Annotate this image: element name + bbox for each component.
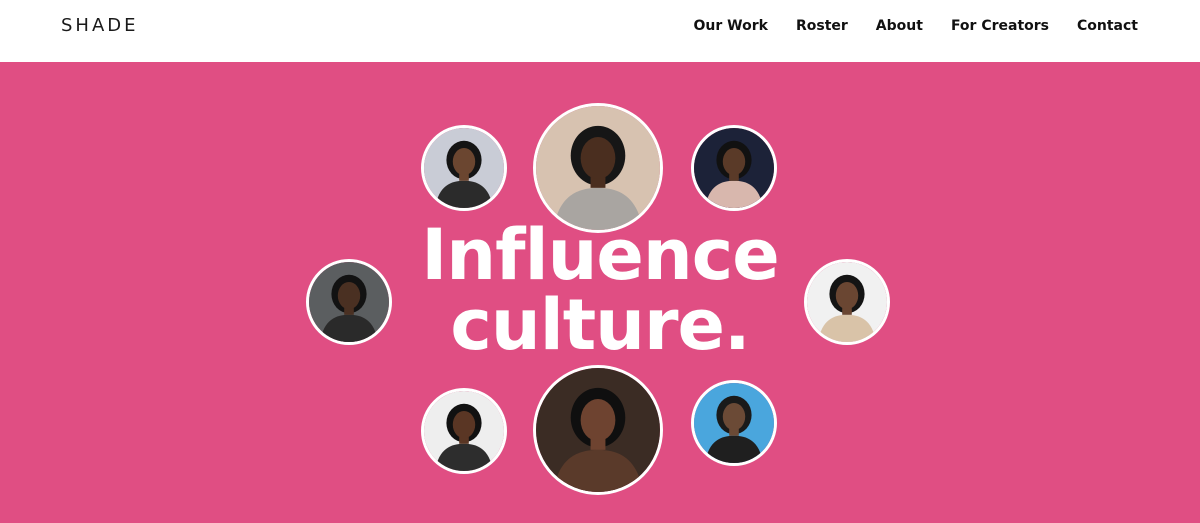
- creator-portrait-7[interactable]: [533, 365, 663, 495]
- main-nav: Our Work Roster About For Creators Conta…: [694, 18, 1138, 34]
- headline-line-2: culture.: [450, 284, 750, 366]
- creator-portrait-1-image: [424, 128, 504, 208]
- nav-roster[interactable]: Roster: [796, 18, 848, 34]
- creator-portrait-8-image: [694, 383, 774, 463]
- shade-logo[interactable]: SHADE: [61, 15, 139, 36]
- nav-contact[interactable]: Contact: [1077, 18, 1138, 34]
- hero-section: Influence culture.: [0, 62, 1200, 523]
- creator-portrait-6[interactable]: [421, 388, 507, 474]
- portrait-face: [722, 148, 746, 176]
- headline-line-1: Influence: [421, 214, 779, 296]
- creator-portrait-3-image: [694, 128, 774, 208]
- nav-for-creators[interactable]: For Creators: [951, 18, 1049, 34]
- portrait-face: [580, 137, 616, 180]
- creator-portrait-1[interactable]: [421, 125, 507, 211]
- portrait-face: [722, 403, 746, 431]
- site-header: SHADE Our Work Roster About For Creators…: [0, 0, 1200, 62]
- nav-about[interactable]: About: [876, 18, 923, 34]
- creator-portrait-6-image: [424, 391, 504, 471]
- creator-portrait-2-image: [536, 106, 660, 230]
- creator-portrait-3[interactable]: [691, 125, 777, 211]
- creator-portrait-8[interactable]: [691, 380, 777, 466]
- portrait-face: [580, 399, 616, 442]
- hero-headline: Influence culture.: [300, 220, 900, 360]
- portrait-face: [452, 411, 476, 439]
- creator-portrait-7-image: [536, 368, 660, 492]
- nav-our-work[interactable]: Our Work: [694, 18, 768, 34]
- portrait-face: [452, 148, 476, 176]
